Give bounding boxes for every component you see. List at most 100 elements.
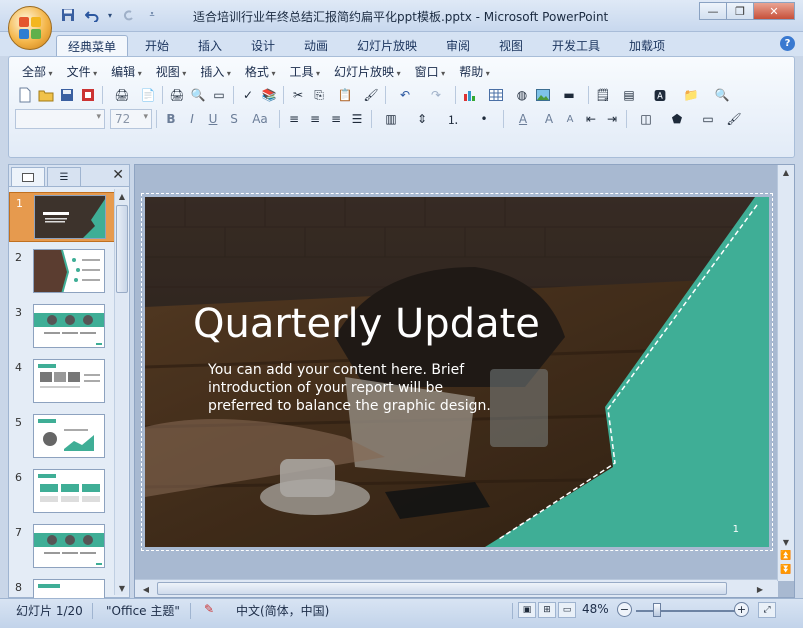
customize-icon[interactable]: ⩡	[142, 6, 162, 24]
text-box-icon[interactable]: 🅰	[645, 85, 675, 105]
cut-icon[interactable]: ✂	[288, 85, 308, 105]
menu-tools[interactable]: 工具	[282, 63, 327, 81]
tab-addins[interactable]: 加载项	[618, 35, 676, 56]
print-preview-icon[interactable]: 🖨	[107, 85, 137, 105]
copy-icon[interactable]: ⎘	[309, 85, 329, 105]
arrange-icon[interactable]: ◫	[631, 109, 661, 129]
horizontal-scroll-thumb[interactable]	[157, 582, 727, 595]
quick-styles-icon[interactable]: ▭	[693, 109, 723, 129]
shrink-font-icon[interactable]: A	[560, 109, 580, 129]
decrease-indent-icon[interactable]: ⇤	[581, 109, 601, 129]
new-icon[interactable]	[15, 85, 35, 105]
restore-button[interactable]: ❐	[726, 2, 754, 20]
bold-icon[interactable]: B	[161, 109, 181, 129]
slide-thumbnail[interactable]: 5	[9, 412, 115, 462]
fit-to-window-icon[interactable]: ⤢	[758, 602, 776, 618]
zoom-slider-thumb[interactable]	[653, 603, 661, 617]
paste-icon[interactable]: 📋	[330, 85, 360, 105]
normal-view-icon[interactable]: ▣	[518, 602, 536, 618]
publish-icon[interactable]: 📄	[138, 85, 158, 105]
vertical-scrollbar[interactable]: ▲ ▼ ⏫ ⏬	[777, 165, 794, 581]
previous-slide-icon[interactable]: ⏫	[779, 549, 793, 563]
picture-icon[interactable]	[533, 85, 553, 105]
layout-icon[interactable]: ▤	[614, 85, 644, 105]
align-left-icon[interactable]: ≡	[284, 109, 304, 129]
slide-thumbnail[interactable]: 2	[9, 247, 115, 297]
tab-home[interactable]: 开始	[134, 35, 180, 56]
tab-review[interactable]: 审阅	[435, 35, 481, 56]
spell-check-icon[interactable]: ✎	[204, 602, 214, 616]
justify-icon[interactable]: ☰	[347, 109, 367, 129]
tab-animation[interactable]: 动画	[293, 35, 339, 56]
redo-icon[interactable]: ↷	[421, 85, 451, 105]
font-size-select[interactable]: 72	[110, 109, 152, 129]
menu-slideshow[interactable]: 幻灯片放映	[327, 63, 408, 81]
zoom-level[interactable]: 48%	[582, 602, 609, 616]
slide-title[interactable]: Quarterly Update	[193, 301, 540, 347]
scroll-right-icon[interactable]: ▶	[753, 582, 767, 596]
line-spacing-icon[interactable]: ⇕	[407, 109, 437, 129]
font-name-select[interactable]	[15, 109, 105, 129]
tab-developer[interactable]: 开发工具	[541, 35, 611, 56]
save-icon[interactable]	[58, 6, 78, 24]
language-status[interactable]: 中文(简体，中国)	[236, 602, 329, 619]
tab-design[interactable]: 设计	[240, 35, 286, 56]
permission-icon[interactable]	[78, 85, 98, 105]
grow-font-icon[interactable]: A	[539, 109, 559, 129]
theme-name[interactable]: "Office 主题"	[106, 602, 180, 619]
menu-edit[interactable]: 编辑	[104, 63, 149, 81]
scroll-down-icon[interactable]: ▼	[115, 581, 129, 595]
underline-icon[interactable]: U	[203, 109, 223, 129]
sorter-view-icon[interactable]: ⊞	[538, 602, 556, 618]
minimize-button[interactable]: —	[699, 2, 727, 20]
italic-icon[interactable]: I	[182, 109, 202, 129]
align-right-icon[interactable]: ≡	[326, 109, 346, 129]
scroll-down-icon[interactable]: ▼	[779, 535, 793, 549]
columns-icon[interactable]: ▥	[376, 109, 406, 129]
new-slide-icon[interactable]: 🗒	[593, 85, 613, 105]
slideshow-view-icon[interactable]: ▭	[558, 602, 576, 618]
preview-icon[interactable]: 🔍	[188, 85, 208, 105]
tab-classic-menu[interactable]: 经典菜单	[56, 35, 129, 56]
menu-insert[interactable]: 插入	[193, 63, 238, 81]
menu-file[interactable]: 文件	[60, 63, 105, 81]
slide-thumbnail[interactable]: 7	[9, 522, 115, 572]
close-button[interactable]: ✕	[753, 2, 795, 20]
next-slide-icon[interactable]: ⏬	[779, 563, 793, 577]
find-icon[interactable]: 🔍	[707, 85, 737, 105]
shape-fill-icon[interactable]: 🖌	[724, 109, 744, 129]
spelling-icon[interactable]: ✓	[238, 85, 258, 105]
zoom-in-button[interactable]: +	[734, 602, 749, 617]
zoom-slider-track[interactable]	[636, 610, 736, 612]
change-case-icon[interactable]: Aa	[245, 109, 275, 129]
office-button[interactable]	[8, 6, 52, 50]
bullets-icon[interactable]: •	[469, 109, 499, 129]
slide-canvas[interactable]: Quarterly Update You can add your conten…	[145, 197, 769, 547]
menu-view[interactable]: 视图	[149, 63, 194, 81]
redo-icon[interactable]	[118, 6, 138, 24]
shapes-icon[interactable]: ⬟	[662, 109, 692, 129]
clipart-icon[interactable]: ◍	[512, 85, 532, 105]
research-icon[interactable]: 📚	[259, 85, 279, 105]
menu-help[interactable]: 帮助	[452, 63, 497, 81]
open-icon[interactable]	[36, 85, 56, 105]
close-pane-icon[interactable]: ✕	[112, 167, 124, 183]
scroll-thumb[interactable]	[116, 205, 128, 293]
undo-icon[interactable]	[82, 6, 102, 24]
menu-window[interactable]: 窗口	[408, 63, 453, 81]
horizontal-scrollbar[interactable]: ◀ ▶	[135, 579, 778, 597]
align-center-icon[interactable]: ≡	[305, 109, 325, 129]
scroll-up-icon[interactable]: ▲	[115, 189, 129, 203]
numbering-icon[interactable]: ⒈	[438, 109, 468, 129]
table-icon[interactable]	[481, 85, 511, 105]
scroll-up-icon[interactable]: ▲	[779, 165, 793, 179]
open-folder-icon[interactable]: 📁	[676, 85, 706, 105]
slide-thumbnail[interactable]: 6	[9, 467, 115, 517]
outline-tab[interactable]: ☰	[47, 167, 81, 186]
scroll-left-icon[interactable]: ◀	[139, 582, 153, 596]
slide-thumbnail[interactable]: 4	[9, 357, 115, 407]
save-icon[interactable]	[57, 85, 77, 105]
slides-scrollbar[interactable]: ▲ ▼	[114, 189, 128, 595]
menu-format[interactable]: 格式	[238, 63, 283, 81]
tab-slideshow[interactable]: 幻灯片放映	[346, 35, 428, 56]
